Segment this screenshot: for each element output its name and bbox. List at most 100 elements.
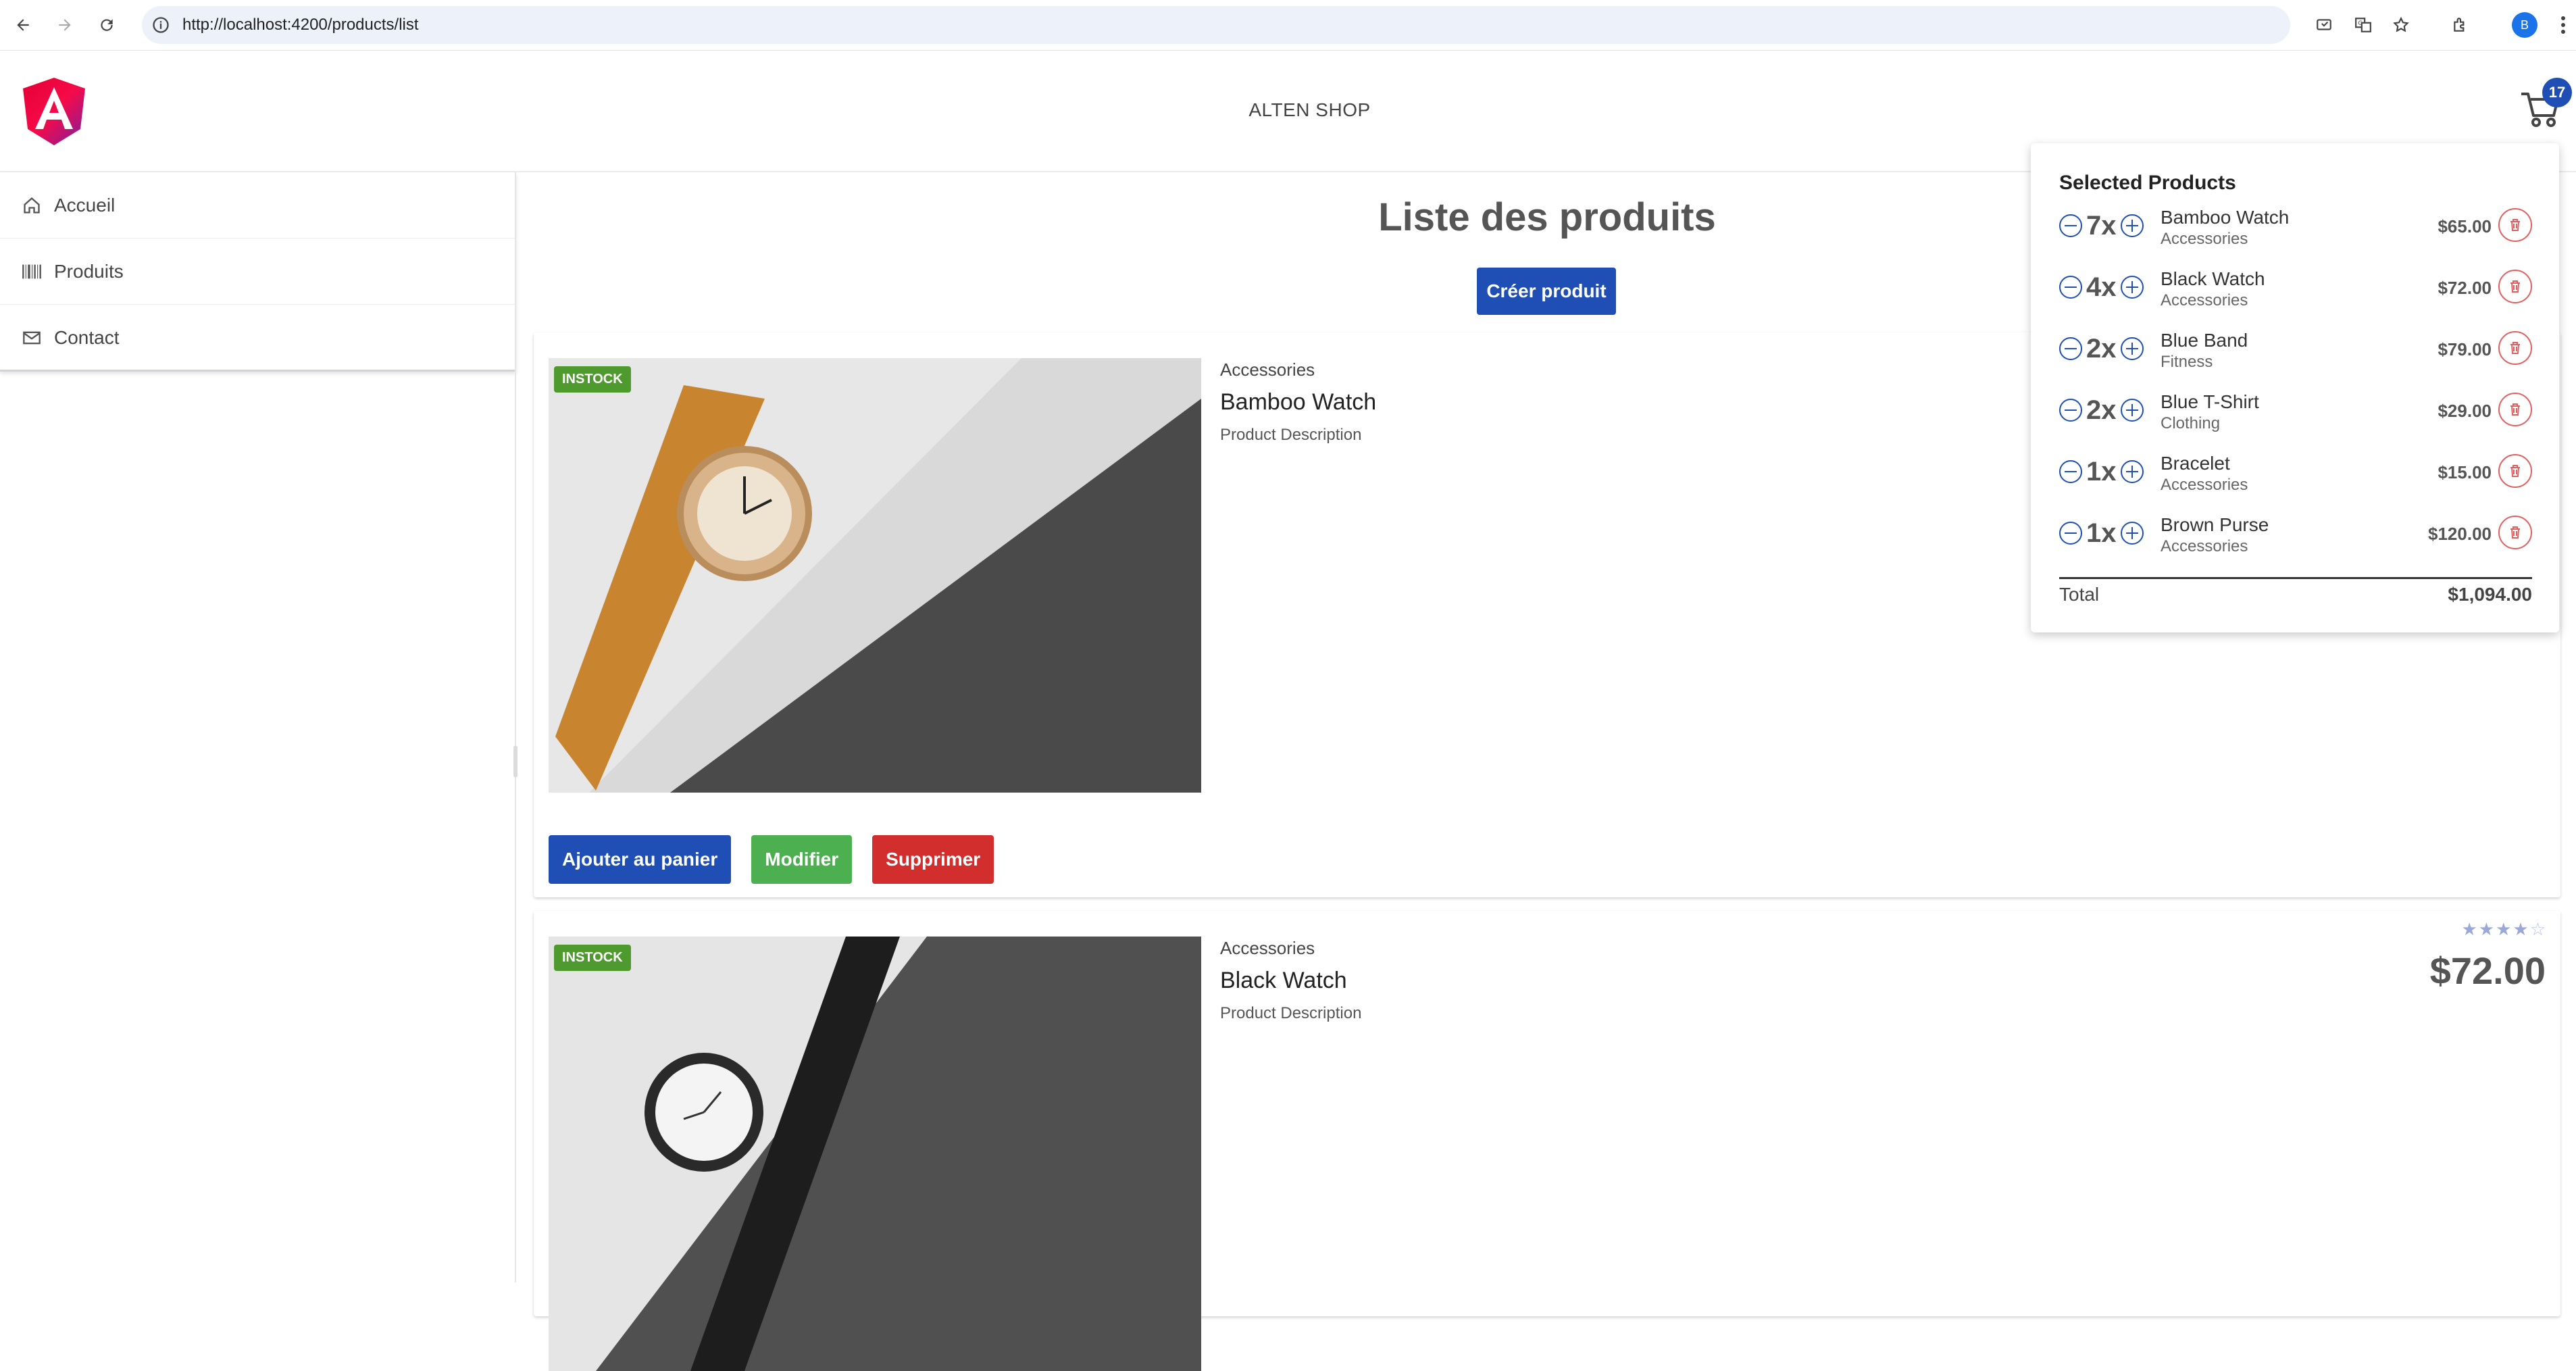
extensions-button[interactable] xyxy=(2448,13,2473,37)
bookmark-button[interactable] xyxy=(2389,13,2413,37)
quantity-value: 2x xyxy=(2086,395,2117,425)
plus-circle-icon[interactable] xyxy=(2120,522,2144,545)
product-image xyxy=(549,937,1201,1371)
cart-item-category: Clothing xyxy=(2161,414,2221,432)
minus-circle-icon[interactable] xyxy=(2059,337,2082,360)
star-filled-icon: ★ xyxy=(2496,919,2512,939)
quantity-value: 1x xyxy=(2086,456,2117,487)
edit-button[interactable]: Modifier xyxy=(751,835,853,884)
cart-item: 2x Blue Band Fitness $79.00 xyxy=(2059,330,2532,385)
trash-icon[interactable] xyxy=(2498,331,2532,365)
status-badge: INSTOCK xyxy=(554,945,631,971)
profile-avatar[interactable]: B xyxy=(2512,12,2537,38)
trash-icon[interactable] xyxy=(2498,516,2532,549)
product-card: INSTOCK Accessories Black Watch Product … xyxy=(534,911,2560,1371)
reload-button[interactable] xyxy=(93,11,120,39)
cast-button[interactable] xyxy=(2312,13,2336,37)
back-button[interactable] xyxy=(9,11,36,39)
arrow-right-icon xyxy=(59,19,71,31)
quantity-value: 1x xyxy=(2086,518,2117,548)
cart-item-name: Black Watch xyxy=(2161,268,2265,289)
quantity-value: 7x xyxy=(2086,210,2117,241)
product-actions: Ajouter au panier Modifier Supprimer xyxy=(549,835,994,884)
minus-circle-icon[interactable] xyxy=(2059,276,2082,299)
sidebar-item-label: Contact xyxy=(54,326,120,348)
sidebar-item-produits[interactable]: Produits xyxy=(0,239,515,305)
cast-icon xyxy=(2317,19,2331,30)
plus-circle-icon[interactable] xyxy=(2120,399,2144,422)
cart-item: 7x Bamboo Watch Accessories $65.00 xyxy=(2059,207,2532,262)
plus-circle-icon[interactable] xyxy=(2120,214,2144,237)
product-description: Product Description xyxy=(1220,426,1362,444)
translate-icon: G xyxy=(2355,18,2371,32)
cart-item-name: Blue T-Shirt xyxy=(2161,391,2259,412)
cart-total-value: $1,094.00 xyxy=(2448,584,2532,605)
cart-item-category: Accessories xyxy=(2161,230,2248,248)
sidebar-item-label: Accueil xyxy=(54,194,116,216)
cart-item: 1x Bracelet Accessories $15.00 xyxy=(2059,453,2532,508)
cart-item: 1x Brown Purse Accessories $120.00 xyxy=(2059,514,2532,570)
home-icon xyxy=(20,194,43,217)
cart-item-price: $65.00 xyxy=(2438,216,2492,236)
cart-item-name: Blue Band xyxy=(2161,330,2248,351)
sidebar-item-contact[interactable]: Contact xyxy=(0,305,515,370)
trash-icon[interactable] xyxy=(2498,270,2532,303)
browser-toolbar: http://localhost:4200/products/list G B xyxy=(0,0,2576,51)
quantity-value: 4x xyxy=(2086,272,2117,302)
quantity-stepper: 1x xyxy=(2059,517,2144,549)
cart-item-price: $15.00 xyxy=(2438,462,2492,482)
plus-circle-icon[interactable] xyxy=(2120,276,2144,299)
cart-item-price: $79.00 xyxy=(2438,339,2492,359)
trash-icon[interactable] xyxy=(2498,393,2532,426)
star-filled-icon: ★ xyxy=(2512,919,2529,939)
kebab-menu-icon[interactable] xyxy=(2556,13,2570,37)
cart-item-category: Accessories xyxy=(2161,537,2248,555)
sidebar-resize-handle[interactable] xyxy=(513,746,517,777)
puzzle-icon xyxy=(2454,18,2465,32)
address-bar[interactable]: http://localhost:4200/products/list xyxy=(142,6,2290,44)
product-description: Product Description xyxy=(1220,1004,1362,1022)
cart-title: Selected Products xyxy=(2059,172,2236,194)
star-filled-icon: ★ xyxy=(2461,919,2477,939)
url-text[interactable]: http://localhost:4200/products/list xyxy=(182,6,419,44)
cart-item-price: $72.00 xyxy=(2438,278,2492,298)
minus-circle-icon[interactable] xyxy=(2059,460,2082,483)
quantity-stepper: 2x xyxy=(2059,394,2144,426)
product-rating: ★ ★ ★ ★ ☆ xyxy=(2461,919,2546,940)
cart-item-category: Accessories xyxy=(2161,476,2248,494)
star-icon xyxy=(2393,16,2409,32)
cart-dropdown: Selected Products 7x Bamboo Watch Access… xyxy=(2031,143,2559,632)
trash-icon[interactable] xyxy=(2498,208,2532,242)
sidebar-item-accueil[interactable]: Accueil xyxy=(0,172,515,239)
product-price: $72.00 xyxy=(2429,949,2546,992)
translate-button[interactable]: G xyxy=(2351,13,2375,37)
delete-button[interactable]: Supprimer xyxy=(872,835,994,884)
minus-circle-icon[interactable] xyxy=(2059,214,2082,237)
quantity-stepper: 2x xyxy=(2059,332,2144,365)
plus-circle-icon[interactable] xyxy=(2120,337,2144,360)
cart-divider xyxy=(2059,577,2532,579)
cart-item-name: Bamboo Watch xyxy=(2161,207,2290,228)
product-category: Accessories xyxy=(1220,938,1315,958)
status-badge: INSTOCK xyxy=(554,366,631,393)
sidebar-divider xyxy=(515,172,516,1282)
quantity-value: 2x xyxy=(2086,333,2117,364)
star-empty-icon: ☆ xyxy=(2529,919,2546,939)
create-product-button[interactable]: Créer produit xyxy=(1477,268,1616,315)
cart-item-category: Fitness xyxy=(2161,353,2213,371)
cart-item-price: $29.00 xyxy=(2438,401,2492,421)
quantity-stepper: 4x xyxy=(2059,271,2144,303)
cart-item: 2x Blue T-Shirt Clothing $29.00 xyxy=(2059,391,2532,447)
minus-circle-icon[interactable] xyxy=(2059,399,2082,422)
plus-circle-icon[interactable] xyxy=(2120,460,2144,483)
trash-icon[interactable] xyxy=(2498,454,2532,488)
info-icon[interactable] xyxy=(151,16,170,34)
product-name: Black Watch xyxy=(1220,968,1347,993)
product-category: Accessories xyxy=(1220,359,1315,380)
star-filled-icon: ★ xyxy=(2478,919,2495,939)
forward-button[interactable] xyxy=(51,11,78,39)
minus-circle-icon[interactable] xyxy=(2059,522,2082,545)
arrow-left-icon xyxy=(17,19,29,31)
add-to-cart-button[interactable]: Ajouter au panier xyxy=(549,835,732,884)
envelope-icon xyxy=(20,326,43,349)
